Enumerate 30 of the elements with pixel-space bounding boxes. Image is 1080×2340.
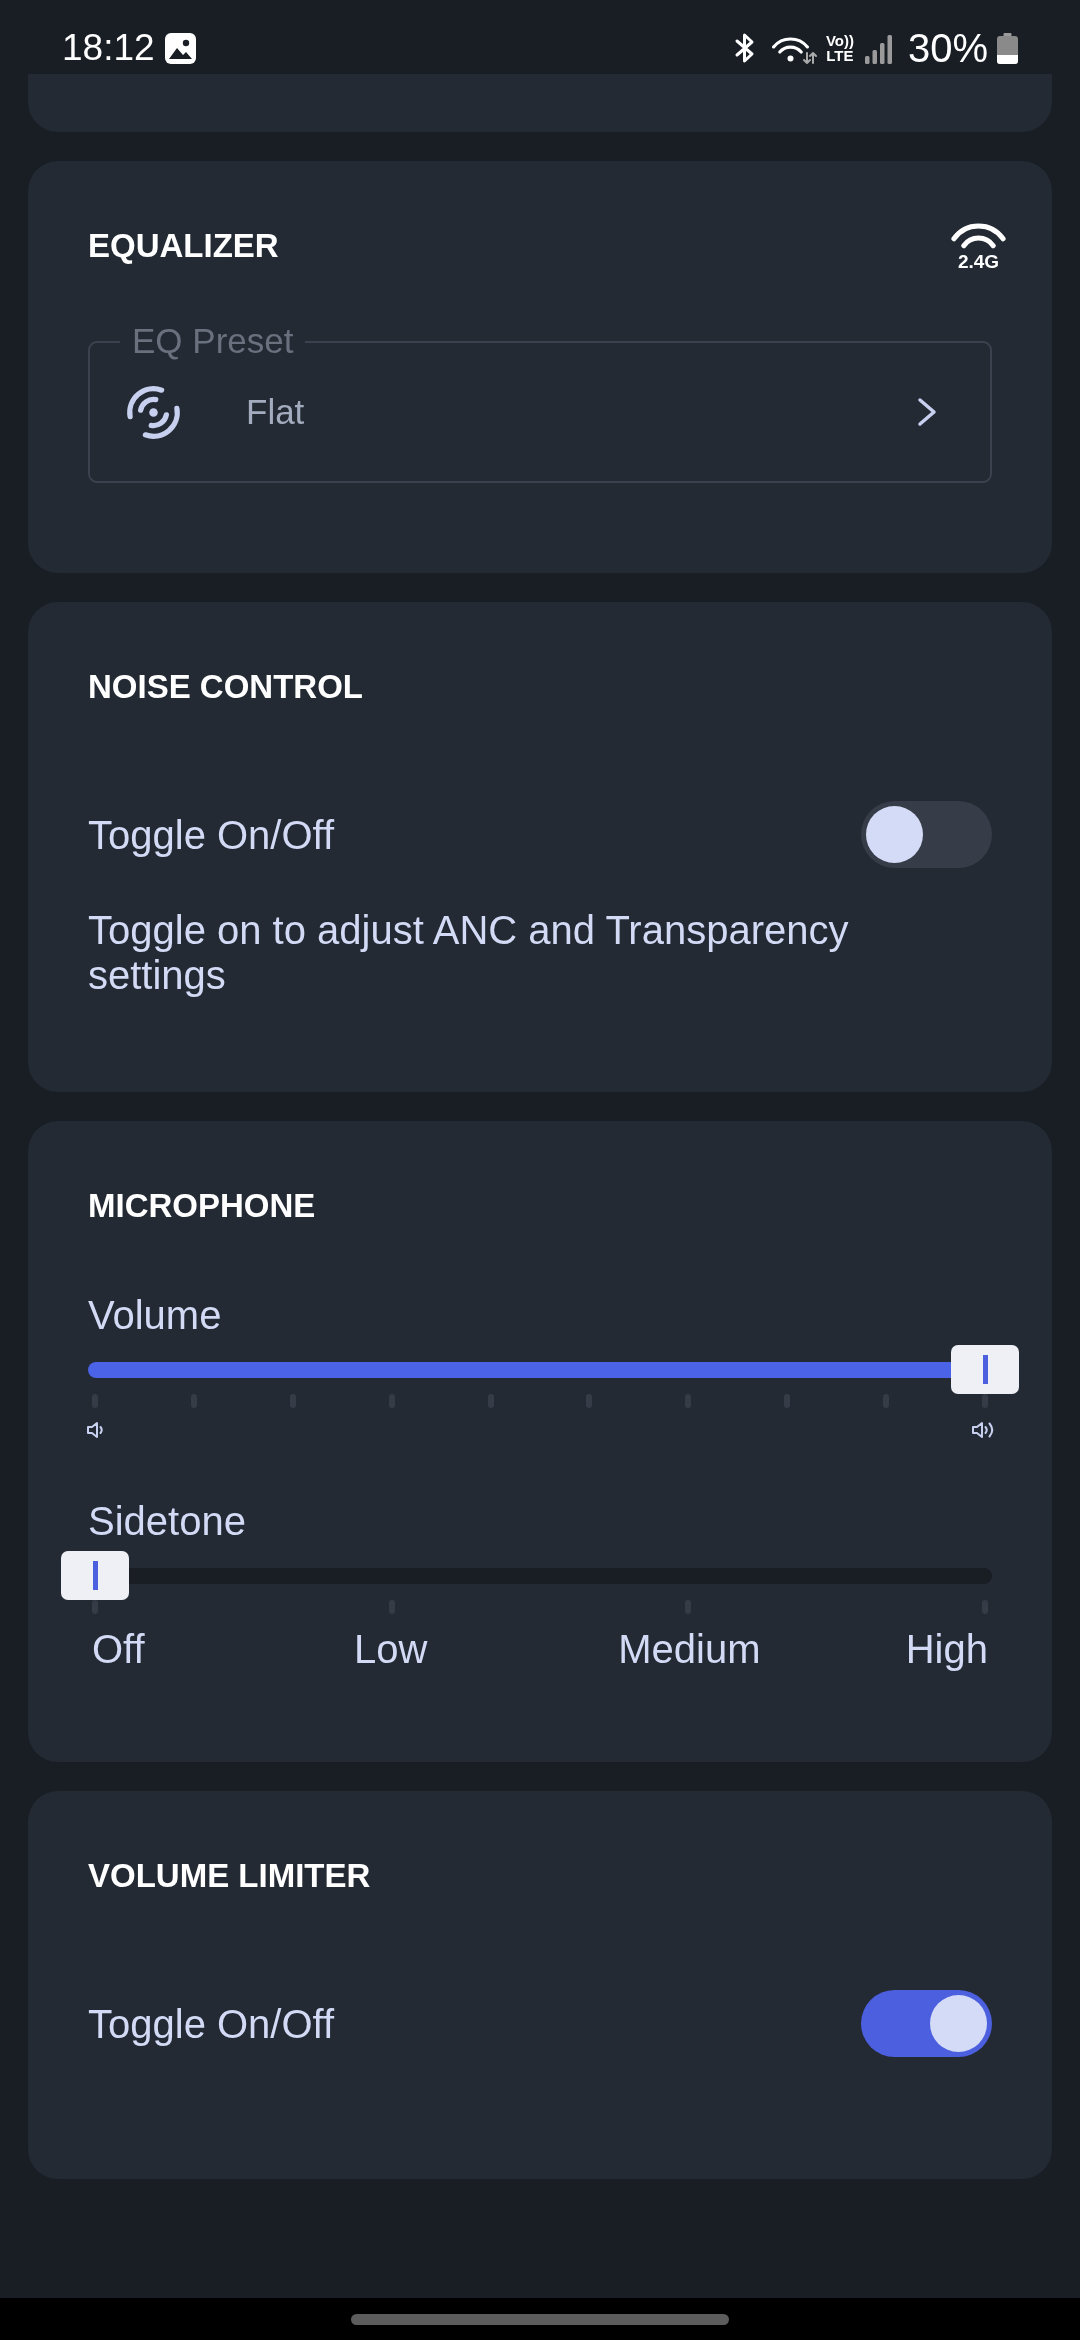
wifi-icon xyxy=(950,222,1007,249)
clock-time: 18:12 xyxy=(62,26,155,70)
section-title: VOLUME LIMITER xyxy=(88,1856,371,1896)
slider-tick xyxy=(92,1600,98,1614)
preset-value: Flat xyxy=(246,391,306,433)
chevron-right-icon xyxy=(916,396,938,428)
volume-low-icon xyxy=(86,1420,105,1440)
battery-icon xyxy=(997,32,1018,64)
signal-waves-icon xyxy=(125,383,182,441)
signal-icon xyxy=(863,32,893,64)
section-title: MICROPHONE xyxy=(88,1186,316,1226)
toggle-label: Toggle On/Off xyxy=(88,2000,335,2047)
home-indicator[interactable] xyxy=(351,2313,729,2325)
step-label: High xyxy=(904,1626,988,1672)
section-title: EQUALIZER xyxy=(88,226,279,266)
step-label: Off xyxy=(92,1626,146,1672)
band-label: 2.4G xyxy=(957,252,1000,270)
section-title: NOISE CONTROL xyxy=(88,667,363,707)
toggle-label: Toggle On/Off xyxy=(88,811,335,858)
image-icon xyxy=(164,32,196,64)
slider-label: Sidetone xyxy=(88,1498,247,1544)
slider-tick xyxy=(981,1394,988,1408)
step-label: Low xyxy=(352,1626,429,1672)
slider-label: Volume xyxy=(88,1292,223,1338)
slider-thumb[interactable] xyxy=(61,1551,129,1600)
battery-percent: 30% xyxy=(907,25,988,71)
step-label: Medium xyxy=(617,1626,762,1672)
network-type-label: Vo)) LTE xyxy=(825,33,854,63)
slider-thumb[interactable] xyxy=(951,1345,1019,1394)
description-text: Toggle on to adjust ANC and Transparency settings xyxy=(88,908,850,999)
